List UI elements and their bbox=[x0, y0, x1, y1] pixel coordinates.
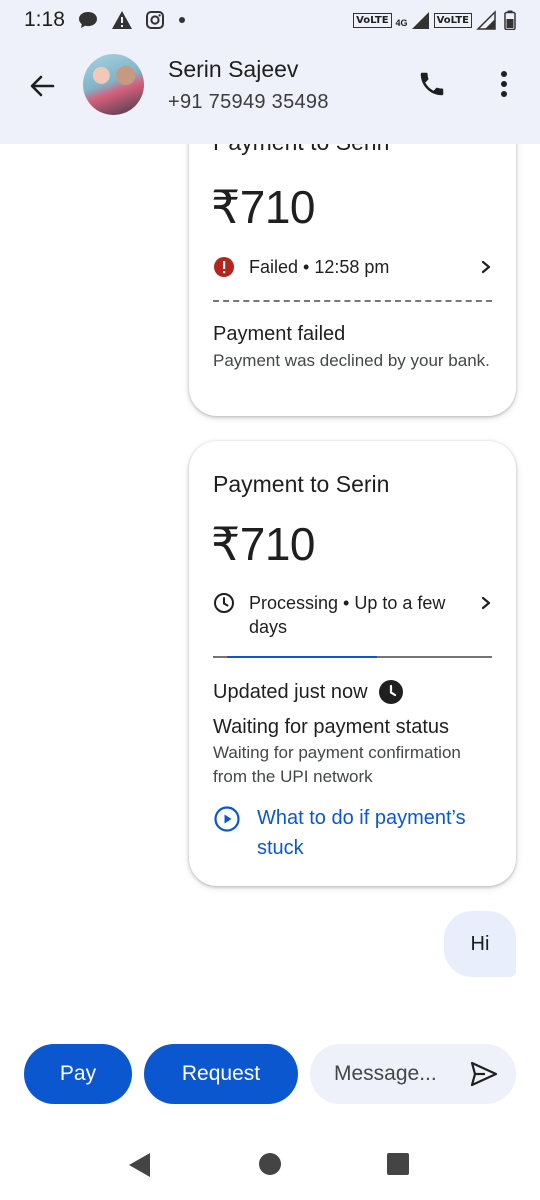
payment-card-processing[interactable]: Payment to Serin ₹710 Processing • Up to… bbox=[189, 441, 516, 886]
chat-header: Serin Sajeev +91 75949 35498 bbox=[0, 40, 540, 144]
status-bar: 1:18 VoLTE 4G VoLTE bbox=[0, 0, 540, 40]
network-type: 4G bbox=[395, 18, 408, 28]
volte-badge: VoLTE bbox=[353, 12, 392, 28]
square-recents-icon bbox=[387, 1153, 409, 1175]
back-button[interactable] bbox=[24, 68, 60, 104]
warning-icon bbox=[111, 10, 133, 30]
nav-home-button[interactable] bbox=[258, 1152, 282, 1181]
avatar[interactable] bbox=[83, 54, 144, 115]
payment-status: Processing • Up to a few days bbox=[249, 593, 446, 637]
status-time: 1:18 bbox=[24, 8, 65, 31]
signal-icon bbox=[410, 10, 430, 30]
clock-filled-icon bbox=[378, 680, 403, 704]
message-input[interactable] bbox=[334, 1062, 454, 1086]
circle-home-icon bbox=[259, 1153, 281, 1175]
more-notifications-dot-icon bbox=[177, 15, 187, 25]
payment-title: Payment to Serin bbox=[213, 144, 389, 156]
error-icon bbox=[214, 257, 234, 277]
payment-amount: ₹710 bbox=[211, 518, 316, 570]
call-button[interactable] bbox=[414, 66, 450, 102]
contact-name[interactable]: Serin Sajeev bbox=[168, 56, 298, 83]
payment-detail: Payment was declined by your bank. bbox=[213, 351, 490, 370]
pay-button[interactable]: Pay bbox=[24, 1044, 132, 1104]
phone-icon bbox=[420, 72, 444, 96]
payment-amount: ₹710 bbox=[211, 181, 316, 233]
payment-card-failed[interactable]: Payment to Serin ₹710 Failed • 12:58 pm … bbox=[189, 144, 516, 416]
clock-icon bbox=[214, 593, 234, 613]
payment-status-row[interactable]: Failed • 12:58 pm bbox=[213, 255, 494, 279]
signal-icon-2 bbox=[476, 10, 496, 30]
send-icon bbox=[470, 1061, 498, 1087]
nav-back-button[interactable] bbox=[128, 1152, 152, 1183]
progress-bar bbox=[213, 656, 492, 658]
send-button[interactable] bbox=[468, 1058, 500, 1090]
chat-notification-icon bbox=[77, 10, 99, 30]
nav-recents-button[interactable] bbox=[386, 1152, 410, 1181]
chevron-right-icon bbox=[481, 596, 491, 610]
updated-text: Updated just now bbox=[213, 680, 368, 703]
message-field[interactable] bbox=[310, 1044, 516, 1104]
system-nav-bar bbox=[0, 1130, 540, 1200]
chevron-right-icon bbox=[481, 260, 491, 274]
battery-icon bbox=[504, 10, 516, 30]
message-bubble[interactable]: Hi bbox=[444, 911, 516, 977]
play-circle-icon bbox=[214, 806, 240, 832]
help-link-text[interactable]: What to do if payment’s stuck bbox=[257, 803, 496, 863]
arrow-left-icon bbox=[30, 75, 55, 97]
volte-badge-2: VoLTE bbox=[433, 12, 472, 28]
instagram-icon bbox=[145, 10, 165, 30]
more-options-button[interactable] bbox=[488, 66, 520, 102]
payment-title: Payment to Serin bbox=[213, 471, 390, 497]
payment-detail: Waiting for payment confirmation from th… bbox=[213, 743, 461, 786]
updated-row: Updated just now bbox=[213, 679, 404, 705]
payment-heading: Waiting for payment status bbox=[213, 716, 450, 738]
request-button[interactable]: Request bbox=[144, 1044, 298, 1104]
triangle-back-icon bbox=[129, 1153, 150, 1177]
more-vertical-icon bbox=[501, 71, 507, 97]
payment-status-row[interactable]: Processing • Up to a few days bbox=[213, 591, 494, 639]
composer-bar: Pay Request bbox=[0, 1030, 540, 1130]
progress-fill bbox=[227, 656, 377, 658]
payment-heading: Payment failed bbox=[213, 323, 346, 345]
chat-thread[interactable]: Payment to Serin ₹710 Failed • 12:58 pm … bbox=[0, 144, 540, 1030]
payment-status: Failed • 12:58 pm bbox=[249, 257, 390, 277]
divider bbox=[213, 300, 492, 302]
contact-phone: +91 75949 35498 bbox=[168, 91, 329, 113]
help-link[interactable]: What to do if payment’s stuck bbox=[213, 803, 496, 863]
